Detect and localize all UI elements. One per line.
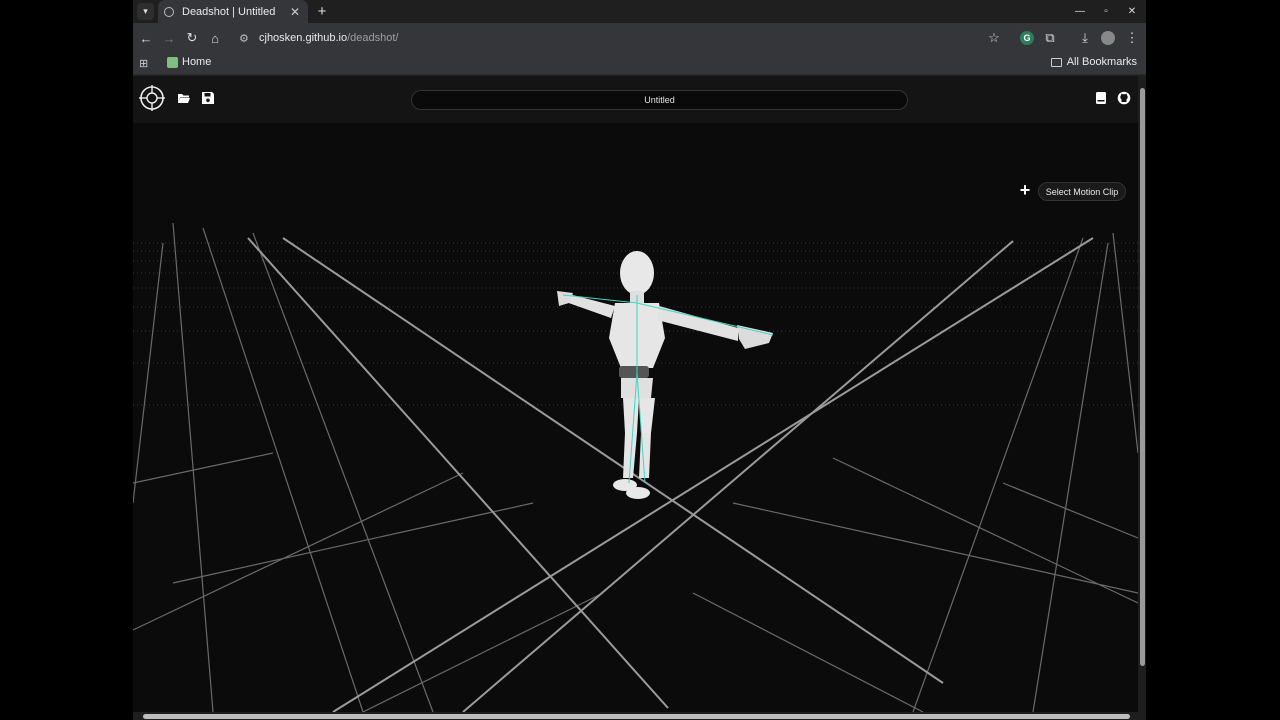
favicon-icon (164, 6, 174, 17)
grid-floor (133, 123, 1138, 712)
menu-icon[interactable]: ⋮ (1123, 29, 1141, 47)
bookmarks-bar: ⊞ Home All Bookmarks (133, 53, 1146, 75)
bookmark-home[interactable]: Home (167, 56, 211, 68)
url-path: /deadshot/ (347, 32, 399, 44)
address-bar[interactable]: ⚙ cjhosken.github.io /deadshot/ (229, 27, 1009, 49)
close-tab-icon[interactable]: ✕ (288, 5, 302, 19)
apps-icon[interactable]: ⊞ (139, 57, 151, 70)
forward-icon[interactable]: → (160, 29, 178, 47)
horizontal-scroll-thumb[interactable] (143, 714, 1130, 719)
site-info-icon[interactable]: ⚙ (239, 32, 255, 45)
home-icon[interactable]: ⌂ (206, 29, 224, 47)
all-bookmarks-label: All Bookmarks (1066, 56, 1137, 68)
bookmark-star-icon[interactable]: ☆ (985, 29, 1003, 47)
profile-avatar-icon[interactable] (1101, 31, 1115, 45)
minimize-icon[interactable]: — (1071, 3, 1089, 19)
grammarly-extension-icon[interactable]: G (1020, 31, 1034, 45)
add-icon[interactable]: + (1018, 180, 1032, 200)
url-host: cjhosken.github.io (259, 32, 348, 44)
browser-window: ▾ Deadshot | Untitled ✕ + — ▫ ✕ ← → ↻ ⌂ … (133, 0, 1146, 720)
close-window-icon[interactable]: ✕ (1123, 3, 1141, 19)
reload-icon[interactable]: ↻ (183, 29, 201, 47)
deadshot-logo-icon[interactable] (138, 84, 166, 112)
back-icon[interactable]: ← (137, 29, 155, 47)
browser-tab[interactable]: Deadshot | Untitled ✕ (158, 0, 308, 23)
extensions-icon[interactable]: ⧉ (1041, 29, 1059, 47)
vertical-scroll-thumb[interactable] (1140, 88, 1145, 666)
new-tab-icon[interactable]: + (313, 2, 331, 20)
github-icon[interactable] (1117, 91, 1131, 105)
project-title-input[interactable]: Untitled (411, 90, 908, 110)
tab-title: Deadshot | Untitled (182, 5, 276, 18)
maximize-icon[interactable]: ▫ (1097, 3, 1115, 19)
home-bookmark-icon (167, 56, 178, 68)
save-icon[interactable] (201, 91, 215, 105)
browser-toolbar: ← → ↻ ⌂ ⚙ cjhosken.github.io /deadshot/ … (133, 23, 1146, 53)
horizontal-scrollbar[interactable] (133, 712, 1146, 720)
app-header: Untitled (133, 76, 1138, 123)
vertical-scrollbar[interactable] (1138, 76, 1146, 712)
docs-book-icon[interactable] (1094, 91, 1108, 105)
bookmark-home-label: Home (182, 56, 212, 68)
download-icon[interactable]: ⤓ (1076, 29, 1094, 47)
tab-search-icon[interactable]: ▾ (137, 3, 154, 20)
viewport-3d[interactable]: + Select Motion Clip 0 120 (133, 123, 1138, 712)
tab-strip: ▾ Deadshot | Untitled ✕ + — ▫ ✕ (133, 0, 1146, 23)
folder-icon (1050, 57, 1062, 67)
page-content: Untitled + Select Motion Clip (133, 76, 1138, 712)
open-folder-icon[interactable] (177, 91, 191, 105)
select-motion-clip-button[interactable]: Select Motion Clip (1038, 182, 1126, 201)
all-bookmarks[interactable]: All Bookmarks (1050, 56, 1137, 68)
